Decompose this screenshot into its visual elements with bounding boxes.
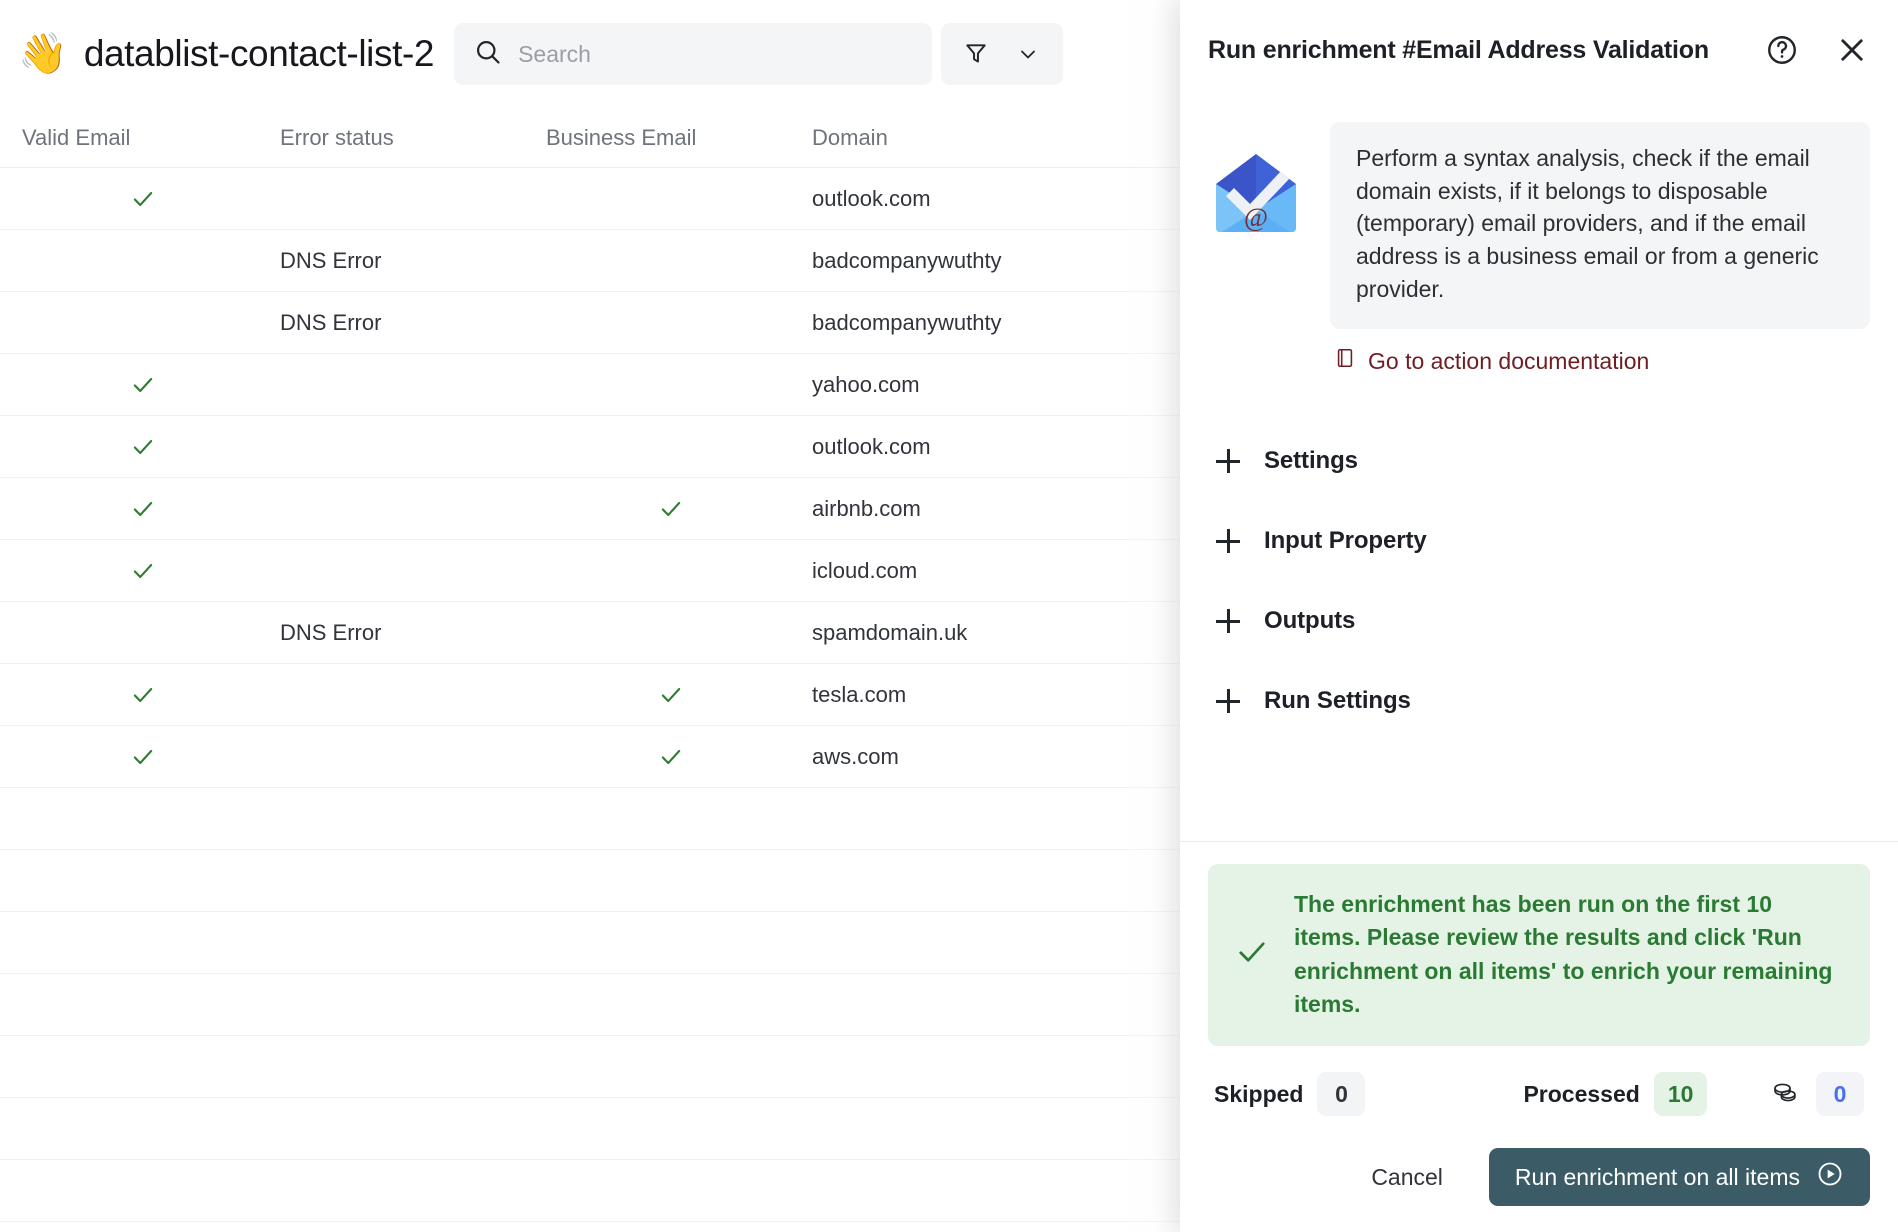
panel-footer: The enrichment has been run on the first… <box>1180 841 1898 1232</box>
business-email-check-icon <box>658 726 684 788</box>
domain-cell: tesla.com <box>812 664 906 726</box>
business-email-check-icon <box>658 478 684 540</box>
panel-body: @ Perform a syntax analysis, check if th… <box>1180 100 1898 841</box>
coins-icon <box>1770 1077 1800 1112</box>
valid-email-check-icon <box>130 168 156 230</box>
stat-processed-label: Processed <box>1523 1081 1639 1108</box>
domain-cell: icloud.com <box>812 540 917 602</box>
panel-header: Run enrichment #Email Address Validation <box>1180 0 1898 100</box>
stat-processed-value: 10 <box>1654 1072 1708 1116</box>
domain-cell: badcompanywuthty <box>812 230 1002 292</box>
run-enrichment-panel: Run enrichment #Email Address Validation <box>1180 0 1898 1232</box>
action-description-row: @ Perform a syntax analysis, check if th… <box>1208 100 1870 329</box>
panel-title: Run enrichment #Email Address Validation <box>1208 36 1709 65</box>
action-description: Perform a syntax analysis, check if the … <box>1330 122 1870 329</box>
section-toggle-settings[interactable]: Settings <box>1208 421 1870 501</box>
run-enrichment-label: Run enrichment on all items <box>1515 1164 1800 1191</box>
close-icon[interactable] <box>1834 32 1870 68</box>
search-placeholder: Search <box>518 41 591 68</box>
play-circle-icon <box>1816 1160 1844 1194</box>
valid-email-check-icon <box>130 416 156 478</box>
domain-cell: spamdomain.uk <box>812 602 967 664</box>
wave-emoji: 👋 <box>18 34 68 74</box>
filter-icon[interactable] <box>959 37 993 71</box>
email-validation-icon: @ <box>1208 144 1304 240</box>
domain-cell: outlook.com <box>812 416 931 478</box>
column-header[interactable]: Business Email <box>546 108 696 168</box>
section-toggle-outputs[interactable]: Outputs <box>1208 581 1870 661</box>
error-status-cell: DNS Error <box>280 292 381 354</box>
book-icon <box>1334 347 1356 375</box>
stat-skipped: Skipped 0 <box>1214 1072 1365 1116</box>
section-label: Outputs <box>1264 607 1355 635</box>
error-status-cell: DNS Error <box>280 230 381 292</box>
panel-actions: Cancel Run enrichment on all items <box>1208 1148 1870 1206</box>
valid-email-check-icon <box>130 664 156 726</box>
domain-cell: aws.com <box>812 726 899 788</box>
valid-email-check-icon <box>130 478 156 540</box>
section-toggle-input-property[interactable]: Input Property <box>1208 501 1870 581</box>
business-email-check-icon <box>658 664 684 726</box>
help-circle-icon[interactable] <box>1764 32 1800 68</box>
valid-email-check-icon <box>130 354 156 416</box>
app-root: 👋 datablist-contact-list-2 Search <box>0 0 1898 1232</box>
column-header[interactable]: Valid Email <box>22 108 130 168</box>
plus-icon <box>1216 609 1240 633</box>
run-stats: Skipped 0 Processed 10 <box>1208 1072 1870 1116</box>
filter-controls <box>941 23 1063 85</box>
search-icon <box>474 38 502 71</box>
section-label: Input Property <box>1264 527 1427 555</box>
check-icon <box>1234 934 1270 975</box>
action-documentation-label: Go to action documentation <box>1368 348 1649 375</box>
cancel-button[interactable]: Cancel <box>1355 1152 1459 1203</box>
search-input[interactable]: Search <box>454 23 932 85</box>
valid-email-check-icon <box>130 726 156 788</box>
domain-cell: airbnb.com <box>812 478 921 540</box>
stat-skipped-value: 0 <box>1317 1072 1365 1116</box>
panel-header-actions <box>1764 32 1870 68</box>
plus-icon <box>1216 689 1240 713</box>
domain-cell: badcompanywuthty <box>812 292 1002 354</box>
section-label: Settings <box>1264 447 1358 475</box>
column-header[interactable]: Error status <box>280 108 394 168</box>
section-toggle-run-settings[interactable]: Run Settings <box>1208 661 1870 741</box>
chevron-down-icon[interactable] <box>1011 37 1045 71</box>
svg-text:@: @ <box>1244 203 1268 232</box>
stat-skipped-label: Skipped <box>1214 1081 1303 1108</box>
stat-credits: 0 <box>1770 1072 1864 1116</box>
plus-icon <box>1216 449 1240 473</box>
panel-sections: Settings Input Property Outputs Run Setting… <box>1208 421 1870 741</box>
valid-email-check-icon <box>130 540 156 602</box>
success-alert-text: The enrichment has been run on the first… <box>1294 888 1842 1022</box>
action-documentation-link[interactable]: Go to action documentation <box>1334 347 1649 375</box>
section-label: Run Settings <box>1264 687 1411 715</box>
plus-icon <box>1216 529 1240 553</box>
stat-processed: Processed 10 <box>1523 1072 1707 1116</box>
stat-credits-value: 0 <box>1816 1072 1864 1116</box>
page-title: datablist-contact-list-2 <box>84 33 434 75</box>
column-header[interactable]: Domain <box>812 108 888 168</box>
domain-cell: outlook.com <box>812 168 931 230</box>
error-status-cell: DNS Error <box>280 602 381 664</box>
domain-cell: yahoo.com <box>812 354 920 416</box>
run-enrichment-on-all-items-button[interactable]: Run enrichment on all items <box>1489 1148 1870 1206</box>
success-alert: The enrichment has been run on the first… <box>1208 864 1870 1046</box>
